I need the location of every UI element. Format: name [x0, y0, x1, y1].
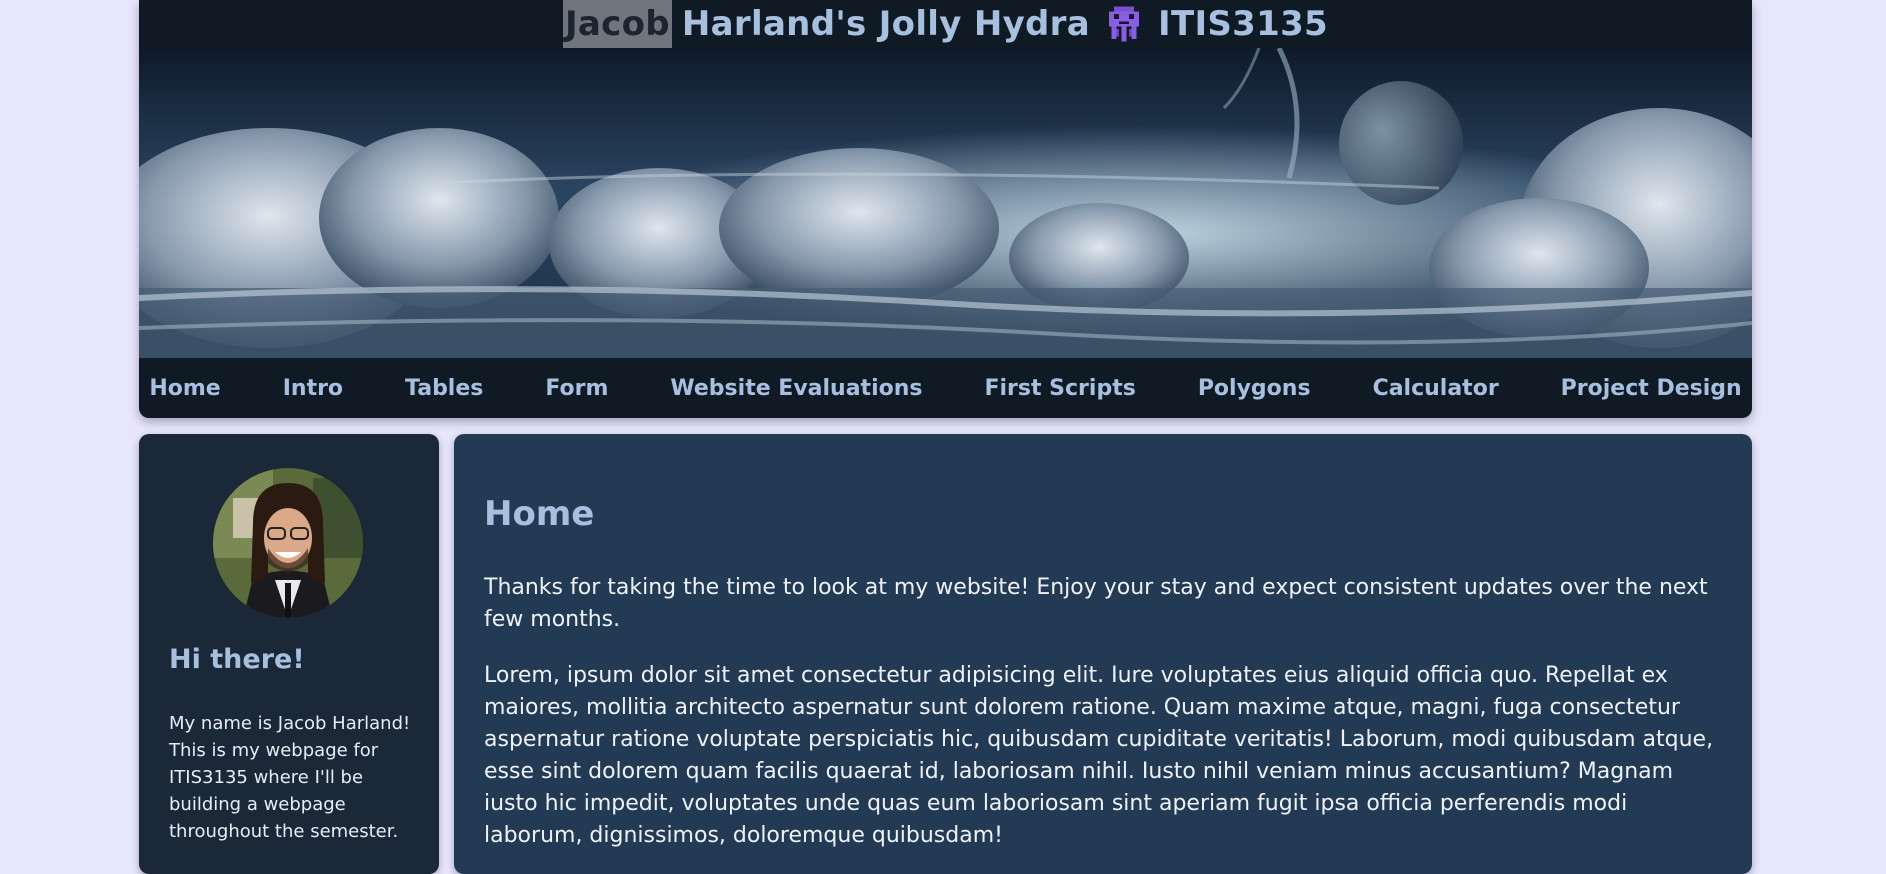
- page-title: Home: [484, 494, 595, 534]
- site-header: Jacob Harland's Jolly Hydra ITIS3135 Hom…: [139, 0, 1752, 418]
- nav-item-home[interactable]: Home: [139, 376, 252, 401]
- nav-item-project-design[interactable]: Project Design: [1530, 376, 1752, 401]
- site-title-highlight: Jacob: [562, 0, 672, 48]
- nav-item-intro[interactable]: Intro: [252, 376, 374, 401]
- course-code: ITIS3135: [1158, 4, 1329, 44]
- main-content: Home Thanks for taking the time to look …: [454, 434, 1752, 874]
- main-navigation: Home Intro Tables Form Website Evaluatio…: [139, 358, 1752, 418]
- page: Jacob Harland's Jolly Hydra ITIS3135 Hom…: [139, 0, 1752, 874]
- nav-item-tables[interactable]: Tables: [374, 376, 514, 401]
- nav-item-website-evaluations[interactable]: Website Evaluations: [639, 376, 953, 401]
- space-clouds-banner: [139, 48, 1752, 358]
- site-title-text: Harland's Jolly Hydra: [681, 4, 1090, 44]
- nav-item-polygons[interactable]: Polygons: [1167, 376, 1342, 401]
- sidebar: Hi there! My name is Jacob Harland! This…: [139, 434, 439, 874]
- nav-item-first-scripts[interactable]: First Scripts: [953, 376, 1166, 401]
- avatar: [213, 468, 363, 618]
- nav-item-form[interactable]: Form: [514, 376, 639, 401]
- sidebar-intro-text: My name is Jacob Harland! This is my web…: [169, 713, 411, 842]
- welcome-paragraph: Thanks for taking the time to look at my…: [484, 575, 1708, 632]
- site-title: Jacob Harland's Jolly Hydra ITIS3135: [139, 0, 1752, 48]
- alien-monster-icon: [1104, 4, 1144, 44]
- lorem-paragraph: Lorem, ipsum dolor sit amet consectetur …: [484, 663, 1714, 848]
- nav-item-calculator[interactable]: Calculator: [1342, 376, 1530, 401]
- sidebar-heading: Hi there!: [169, 644, 305, 675]
